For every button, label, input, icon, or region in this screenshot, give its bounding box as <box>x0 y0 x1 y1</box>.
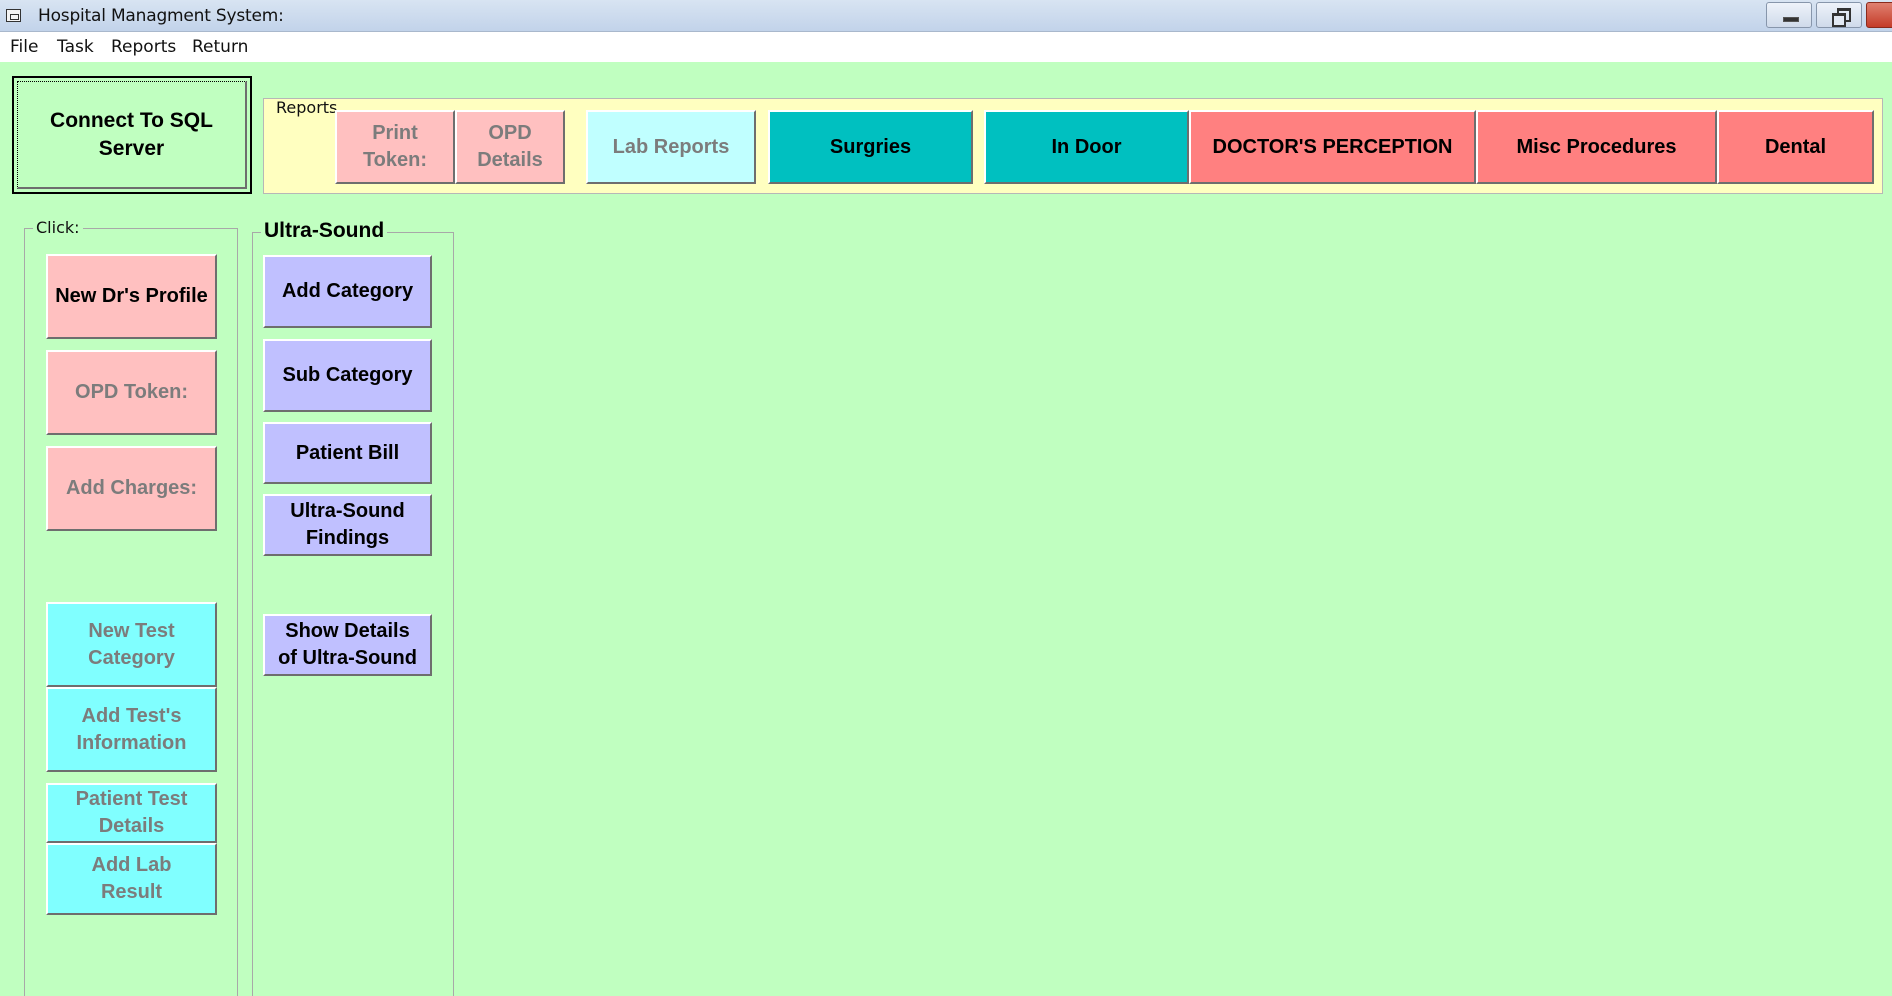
connect-sql-server-button[interactable]: Connect To SQL Server <box>12 76 252 194</box>
surgries-button[interactable]: Surgries <box>768 110 973 184</box>
show-ultra-sound-details-button[interactable]: Show Details of Ultra-Sound <box>263 614 432 676</box>
patient-bill-button[interactable]: Patient Bill <box>263 422 432 484</box>
new-test-category-button[interactable]: New Test Category <box>46 602 217 687</box>
add-category-button[interactable]: Add Category <box>263 255 432 328</box>
new-drs-profile-button[interactable]: New Dr's Profile <box>46 254 217 339</box>
add-lab-result-button[interactable]: Add Lab Result <box>46 843 217 915</box>
opd-token-button[interactable]: OPD Token: <box>46 350 217 435</box>
title-bar[interactable]: Hospital Managment System: <box>0 0 1892 32</box>
patient-test-details-button[interactable]: Patient Test Details <box>46 783 217 843</box>
reports-group-legend: Reports <box>276 98 338 117</box>
close-button[interactable] <box>1866 2 1892 28</box>
opd-details-button[interactable]: OPD Details <box>455 110 565 184</box>
menu-file[interactable]: File <box>10 37 38 57</box>
menu-task[interactable]: Task <box>57 37 94 57</box>
print-token-button[interactable]: Print Token: <box>335 110 455 184</box>
lab-reports-button[interactable]: Lab Reports <box>586 110 756 184</box>
minimize-button[interactable] <box>1766 2 1812 28</box>
misc-procedures-button[interactable]: Misc Procedures <box>1476 110 1717 184</box>
app-window-icon[interactable] <box>6 9 21 22</box>
restore-button[interactable] <box>1816 2 1862 28</box>
window-title: Hospital Managment System: <box>38 6 284 26</box>
main-window: Hospital Managment System: File Task Rep… <box>0 0 1892 996</box>
click-frame-legend: Click: <box>33 218 83 237</box>
dental-button[interactable]: Dental <box>1717 110 1874 184</box>
add-test-information-button[interactable]: Add Test's Information <box>46 687 217 772</box>
sub-category-button[interactable]: Sub Category <box>263 339 432 412</box>
menu-bar: File Task Reports Return <box>0 32 1892 62</box>
add-charges-button[interactable]: Add Charges: <box>46 446 217 531</box>
menu-return[interactable]: Return <box>192 37 248 57</box>
connect-sql-server-label: Connect To SQL Server <box>17 81 247 189</box>
doctors-perception-button[interactable]: DOCTOR'S PERCEPTION <box>1189 110 1476 184</box>
ultra-sound-findings-button[interactable]: Ultra-Sound Findings <box>263 494 432 556</box>
menu-reports[interactable]: Reports <box>111 37 176 57</box>
in-door-button[interactable]: In Door <box>984 110 1189 184</box>
ultra-sound-frame-legend: Ultra-Sound <box>261 219 388 243</box>
